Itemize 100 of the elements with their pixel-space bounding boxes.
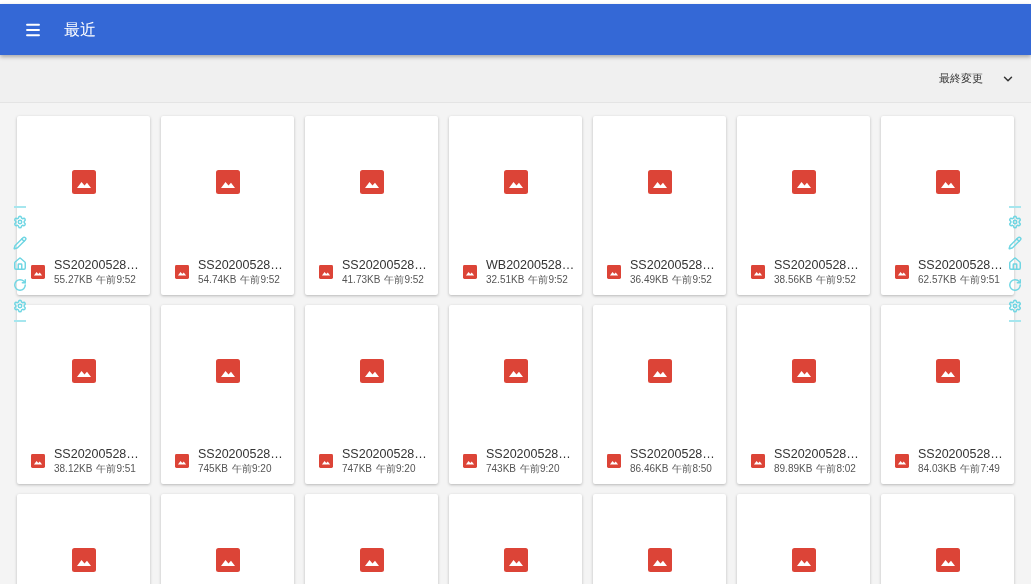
file-size: 36.49KB bbox=[630, 272, 669, 286]
image-thumbnail-icon bbox=[647, 170, 672, 194]
file-card[interactable]: SS20200528… 745KB 午前9:20 bbox=[161, 305, 294, 484]
file-card[interactable]: SS20200528… 38.56KB 午前9:52 bbox=[737, 116, 870, 295]
image-thumbnail-icon bbox=[935, 170, 960, 194]
file-card[interactable]: SS20200528… 62.57KB 午前9:51 bbox=[881, 116, 1014, 295]
rotate-icon[interactable] bbox=[1008, 278, 1022, 292]
file-size: 747KB bbox=[342, 461, 373, 475]
file-size: 41.73KB bbox=[342, 272, 381, 286]
image-thumbnail-icon bbox=[791, 548, 816, 572]
rotate-icon[interactable] bbox=[13, 278, 27, 292]
sort-dropdown[interactable]: 最終変更 bbox=[939, 70, 1015, 87]
file-time: 午前9:52 bbox=[240, 272, 280, 286]
file-size: 84.03KB bbox=[918, 461, 957, 475]
image-thumbnail-icon bbox=[935, 359, 960, 383]
file-name: WB20200528… bbox=[486, 257, 575, 273]
file-card[interactable]: SS20200528… 36.49KB 午前9:52 bbox=[593, 116, 726, 295]
image-thumbnail-icon bbox=[791, 170, 816, 194]
page-title: 最近 bbox=[64, 19, 96, 40]
image-thumbnail-icon bbox=[215, 359, 240, 383]
file-time: 午前9:52 bbox=[528, 272, 568, 286]
file-name: SS20200528… bbox=[630, 446, 715, 462]
file-time: 午前9:20 bbox=[520, 461, 560, 475]
image-file-icon bbox=[31, 453, 45, 468]
file-size: 54.74KB bbox=[198, 272, 237, 286]
image-file-icon bbox=[175, 264, 189, 279]
image-thumbnail-icon bbox=[359, 548, 384, 572]
file-name: SS20200528… bbox=[774, 257, 859, 273]
gear-icon[interactable] bbox=[1008, 299, 1022, 313]
image-file-icon bbox=[751, 453, 765, 468]
image-file-icon bbox=[751, 264, 765, 279]
image-thumbnail-icon bbox=[359, 359, 384, 383]
image-thumbnail-icon bbox=[215, 548, 240, 572]
house-icon[interactable] bbox=[1008, 257, 1022, 271]
file-name: SS20200528… bbox=[342, 446, 427, 462]
file-name: SS20200528… bbox=[54, 257, 139, 273]
file-card[interactable]: SS20200528… 41.73KB 午前9:52 bbox=[305, 116, 438, 295]
file-name: SS20200528… bbox=[918, 257, 1003, 273]
file-card[interactable]: SS20200528… 747KB 午前9:20 bbox=[305, 305, 438, 484]
image-thumbnail-icon bbox=[503, 170, 528, 194]
file-name: SS20200528… bbox=[774, 446, 859, 462]
file-size: 743KB bbox=[486, 461, 517, 475]
file-size: 745KB bbox=[198, 461, 229, 475]
file-card[interactable]: SS20200528… 54.74KB 午前9:52 bbox=[161, 116, 294, 295]
file-name: SS20200528… bbox=[630, 257, 715, 273]
file-name: SS20200528… bbox=[198, 446, 283, 462]
image-thumbnail-icon bbox=[503, 548, 528, 572]
file-name: SS20200528… bbox=[342, 257, 427, 273]
image-thumbnail-icon bbox=[647, 359, 672, 383]
image-thumbnail-icon bbox=[503, 359, 528, 383]
image-file-icon bbox=[463, 453, 477, 468]
file-name: SS20200528… bbox=[54, 446, 139, 462]
image-file-icon bbox=[31, 264, 45, 279]
file-size: 62.57KB bbox=[918, 272, 957, 286]
file-size: 38.56KB bbox=[774, 272, 813, 286]
file-time: 午前9:52 bbox=[384, 272, 424, 286]
image-file-icon bbox=[895, 453, 909, 468]
file-size: 89.89KB bbox=[774, 461, 813, 475]
file-time: 午前9:20 bbox=[232, 461, 272, 475]
gear-icon[interactable] bbox=[1008, 215, 1022, 229]
file-card[interactable]: SS20200528… 55.27KB 午前9:52 bbox=[17, 116, 150, 295]
file-size: 55.27KB bbox=[54, 272, 93, 286]
file-card[interactable]: SS20200528… 86.46KB 午前8:50 bbox=[593, 305, 726, 484]
file-card[interactable]: WB20200528… 32.51KB 午前9:52 bbox=[449, 116, 582, 295]
file-time: 午前8:02 bbox=[816, 461, 856, 475]
file-size: 38.12KB bbox=[54, 461, 93, 475]
file-time: 午前9:52 bbox=[816, 272, 856, 286]
image-thumbnail-icon bbox=[215, 170, 240, 194]
image-file-icon bbox=[607, 264, 621, 279]
file-name: SS20200528… bbox=[198, 257, 283, 273]
image-thumbnail-icon bbox=[359, 170, 384, 194]
gear-icon[interactable] bbox=[13, 299, 27, 313]
file-card[interactable]: SS20200528… 89.89KB 午前8:02 bbox=[737, 305, 870, 484]
image-thumbnail-icon bbox=[71, 170, 96, 194]
image-file-icon bbox=[319, 453, 333, 468]
image-file-icon bbox=[607, 453, 621, 468]
file-card[interactable]: SS20200528… 38.12KB 午前9:51 bbox=[17, 305, 150, 484]
file-time: 午前9:51 bbox=[96, 461, 136, 475]
file-name: SS20200528… bbox=[918, 446, 1003, 462]
image-file-icon bbox=[895, 264, 909, 279]
image-file-icon bbox=[463, 264, 477, 279]
file-time: 午前8:50 bbox=[672, 461, 712, 475]
file-time: 午前9:51 bbox=[960, 272, 1000, 286]
pencil-icon[interactable] bbox=[13, 236, 27, 250]
gear-icon[interactable] bbox=[13, 215, 27, 229]
image-thumbnail-icon bbox=[935, 548, 960, 572]
file-size: 86.46KB bbox=[630, 461, 669, 475]
image-thumbnail-icon bbox=[71, 359, 96, 383]
image-thumbnail-icon bbox=[647, 548, 672, 572]
file-time: 午前7:49 bbox=[960, 461, 1000, 475]
house-icon[interactable] bbox=[13, 257, 27, 271]
file-card[interactable]: SS20200528… 743KB 午前9:20 bbox=[449, 305, 582, 484]
pencil-icon[interactable] bbox=[1008, 236, 1022, 250]
file-time: 午前9:52 bbox=[96, 272, 136, 286]
file-time: 午前9:52 bbox=[672, 272, 712, 286]
image-file-icon bbox=[175, 453, 189, 468]
file-time: 午前9:20 bbox=[376, 461, 416, 475]
file-card[interactable]: SS20200528… 84.03KB 午前7:49 bbox=[881, 305, 1014, 484]
image-thumbnail-icon bbox=[791, 359, 816, 383]
image-file-icon bbox=[319, 264, 333, 279]
